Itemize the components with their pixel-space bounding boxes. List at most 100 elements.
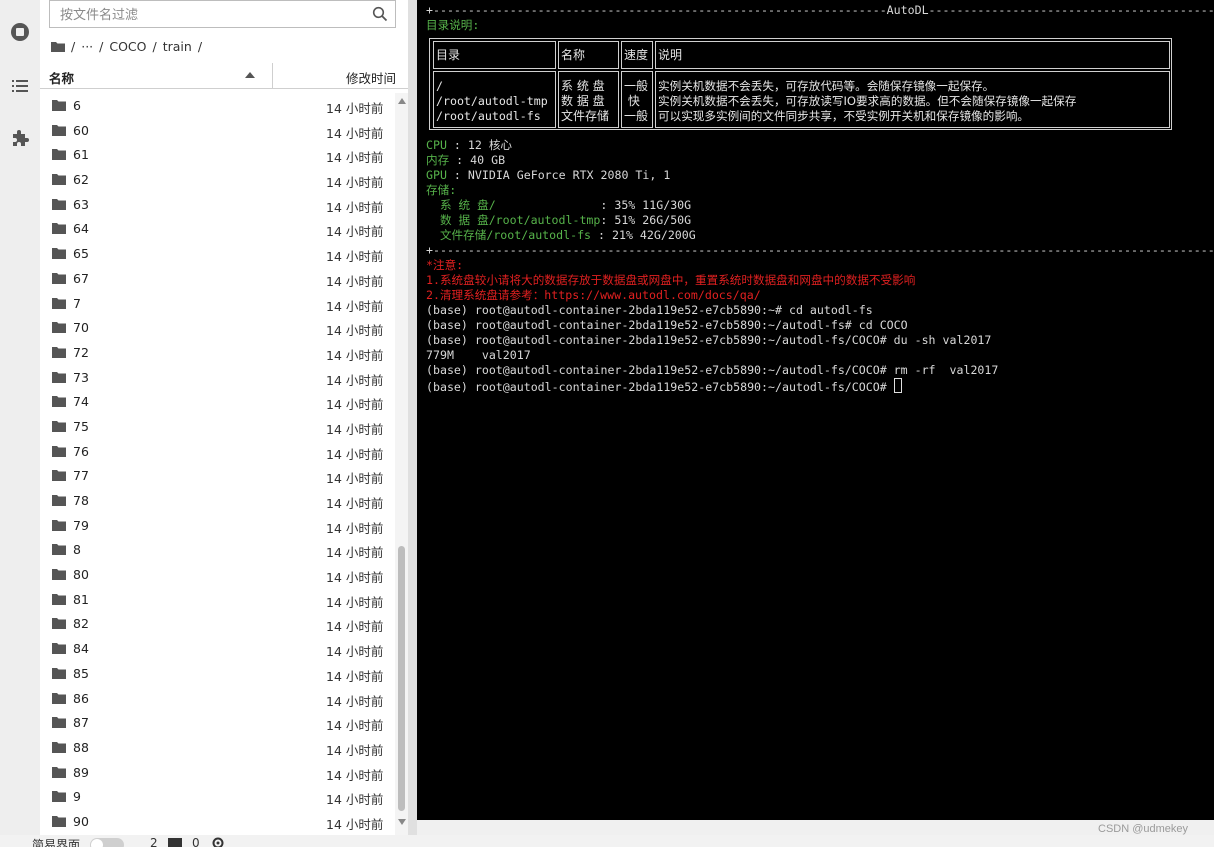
table-of-contents-icon[interactable] [10, 76, 30, 96]
disk-line-system: 系 统 盘/ : 35% 11G/30G [426, 198, 691, 213]
terminal-icon[interactable] [168, 838, 182, 847]
file-modified: 14 小时前 [326, 150, 384, 166]
file-name: 80 [73, 567, 89, 583]
file-name: 72 [73, 344, 89, 360]
file-modified: 14 小时前 [326, 594, 384, 610]
file-name: 74 [73, 394, 89, 410]
breadcrumb-item-coco[interactable]: COCO [109, 39, 146, 54]
file-row[interactable]: 65 14 小时前 [40, 241, 395, 266]
scroll-up-arrow-icon[interactable] [398, 98, 406, 104]
file-row[interactable]: 75 14 小时前 [40, 414, 395, 439]
folder-icon [52, 149, 66, 161]
disk-usage: : 21% 42G/200G [598, 228, 696, 242]
extension-puzzle-icon[interactable] [10, 128, 30, 148]
column-divider[interactable] [272, 63, 273, 88]
file-modified: 14 小时前 [326, 175, 384, 191]
file-name: 9 [73, 789, 81, 805]
file-row[interactable]: 9 14 小时前 [40, 784, 395, 809]
column-header-modified[interactable]: 修改时间 [346, 68, 396, 87]
simple-mode-toggle[interactable] [90, 838, 124, 847]
storage-label: 存储: [426, 183, 457, 197]
folder-icon [52, 272, 66, 284]
file-filter-box[interactable] [49, 0, 396, 28]
column-header-name[interactable]: 名称 [49, 68, 74, 87]
file-row[interactable]: 63 14 小时前 [40, 192, 395, 217]
mem-label: 内存 [426, 153, 450, 167]
file-name: 8 [73, 542, 81, 558]
folder-icon [52, 322, 66, 334]
file-row[interactable]: 67 14 小时前 [40, 266, 395, 291]
running-terminals-icon[interactable] [10, 22, 30, 42]
file-row[interactable]: 7 14 小时前 [40, 291, 395, 316]
search-icon[interactable] [372, 6, 388, 22]
folder-home-icon[interactable] [51, 41, 65, 52]
folder-icon [52, 495, 66, 506]
terminal-output-line: (base) root@autodl-container-2bda119e52-… [426, 333, 992, 347]
file-name: 73 [73, 369, 89, 385]
notice-line-1: 1.系统盘较小请将大的数据存放于数据盘或网盘中，重置系统时数据盘和网盘中的数据不… [426, 273, 916, 287]
file-row[interactable]: 84 14 小时前 [40, 636, 395, 661]
file-list-header: 名称 修改时间 [40, 63, 408, 89]
file-row[interactable]: 82 14 小时前 [40, 611, 395, 636]
folder-icon [52, 791, 66, 803]
breadcrumb-item-train[interactable]: train [163, 39, 192, 54]
terminal-prompt-line[interactable]: (base) root@autodl-container-2bda119e52-… [426, 378, 902, 395]
file-name: 76 [73, 443, 89, 459]
file-modified: 14 小时前 [326, 125, 384, 141]
file-name: 84 [73, 641, 89, 657]
file-row[interactable]: 74 14 小时前 [40, 389, 395, 414]
folder-icon [52, 643, 66, 655]
folder-icon [52, 396, 66, 408]
file-row[interactable]: 61 14 小时前 [40, 142, 395, 167]
gear-icon[interactable] [212, 837, 224, 847]
file-modified: 14 小时前 [326, 816, 384, 832]
file-list-scrollbar[interactable] [395, 93, 408, 835]
file-modified: 14 小时前 [326, 101, 384, 116]
file-row[interactable]: 70 14 小时前 [40, 315, 395, 340]
file-row[interactable]: 81 14 小时前 [40, 587, 395, 612]
sort-ascending-icon[interactable] [245, 72, 255, 78]
breadcrumb-separator: / [197, 38, 203, 54]
file-row[interactable]: 88 14 小时前 [40, 735, 395, 760]
file-row[interactable]: 73 14 小时前 [40, 365, 395, 390]
kernel-count: 2 [150, 836, 158, 847]
file-row[interactable]: 86 14 小时前 [40, 686, 395, 711]
file-row[interactable]: 6 14 小时前 [40, 93, 395, 118]
cpu-value: : 12 核心 [446, 138, 513, 152]
file-modified: 14 小时前 [326, 298, 384, 314]
notice-line-2: 2.清理系统盘请参考：https://www.autodl.com/docs/q… [426, 288, 761, 302]
file-row[interactable]: 72 14 小时前 [40, 340, 395, 365]
file-row[interactable]: 89 14 小时前 [40, 760, 395, 785]
panel-splitter[interactable] [408, 0, 417, 835]
folder-icon [52, 445, 66, 457]
file-filter-input[interactable] [58, 5, 362, 25]
file-row[interactable]: 79 14 小时前 [40, 513, 395, 538]
file-row[interactable]: 77 14 小时前 [40, 463, 395, 488]
file-modified: 14 小时前 [326, 742, 384, 758]
file-modified: 14 小时前 [326, 718, 384, 734]
scrollbar-thumb[interactable] [398, 546, 405, 811]
file-row[interactable]: 60 14 小时前 [40, 118, 395, 143]
breadcrumb-ellipsis[interactable]: ··· [81, 39, 93, 54]
breadcrumb-root[interactable]: / [71, 39, 75, 54]
file-row[interactable]: 80 14 小时前 [40, 562, 395, 587]
file-row[interactable]: 76 14 小时前 [40, 439, 395, 464]
scroll-down-arrow-icon[interactable] [398, 819, 406, 825]
file-row[interactable]: 78 14 小时前 [40, 488, 395, 513]
file-row[interactable]: 87 14 小时前 [40, 710, 395, 735]
file-modified: 14 小时前 [326, 249, 384, 265]
terminal[interactable]: +---------------------------------------… [417, 0, 1214, 820]
breadcrumb-separator: / [152, 38, 157, 54]
terminal-dir-heading: 目录说明: [426, 18, 480, 32]
left-activity-bar [0, 0, 41, 835]
file-row[interactable]: 8 14 小时前 [40, 537, 395, 562]
file-row[interactable]: 90 14 小时前 [40, 809, 395, 834]
disk-usage: : 35% 11G/30G [600, 198, 692, 212]
table-cell-descs: 实例关机数据不会丢失，可存放代码等。会随保存镜像一起保存。 实例关机数据不会丢失… [655, 71, 1170, 128]
file-name: 60 [73, 122, 89, 138]
file-modified: 14 小时前 [326, 397, 384, 413]
file-name: 87 [73, 715, 89, 731]
file-row[interactable]: 85 14 小时前 [40, 661, 395, 686]
file-row[interactable]: 64 14 小时前 [40, 216, 395, 241]
file-row[interactable]: 62 14 小时前 [40, 167, 395, 192]
